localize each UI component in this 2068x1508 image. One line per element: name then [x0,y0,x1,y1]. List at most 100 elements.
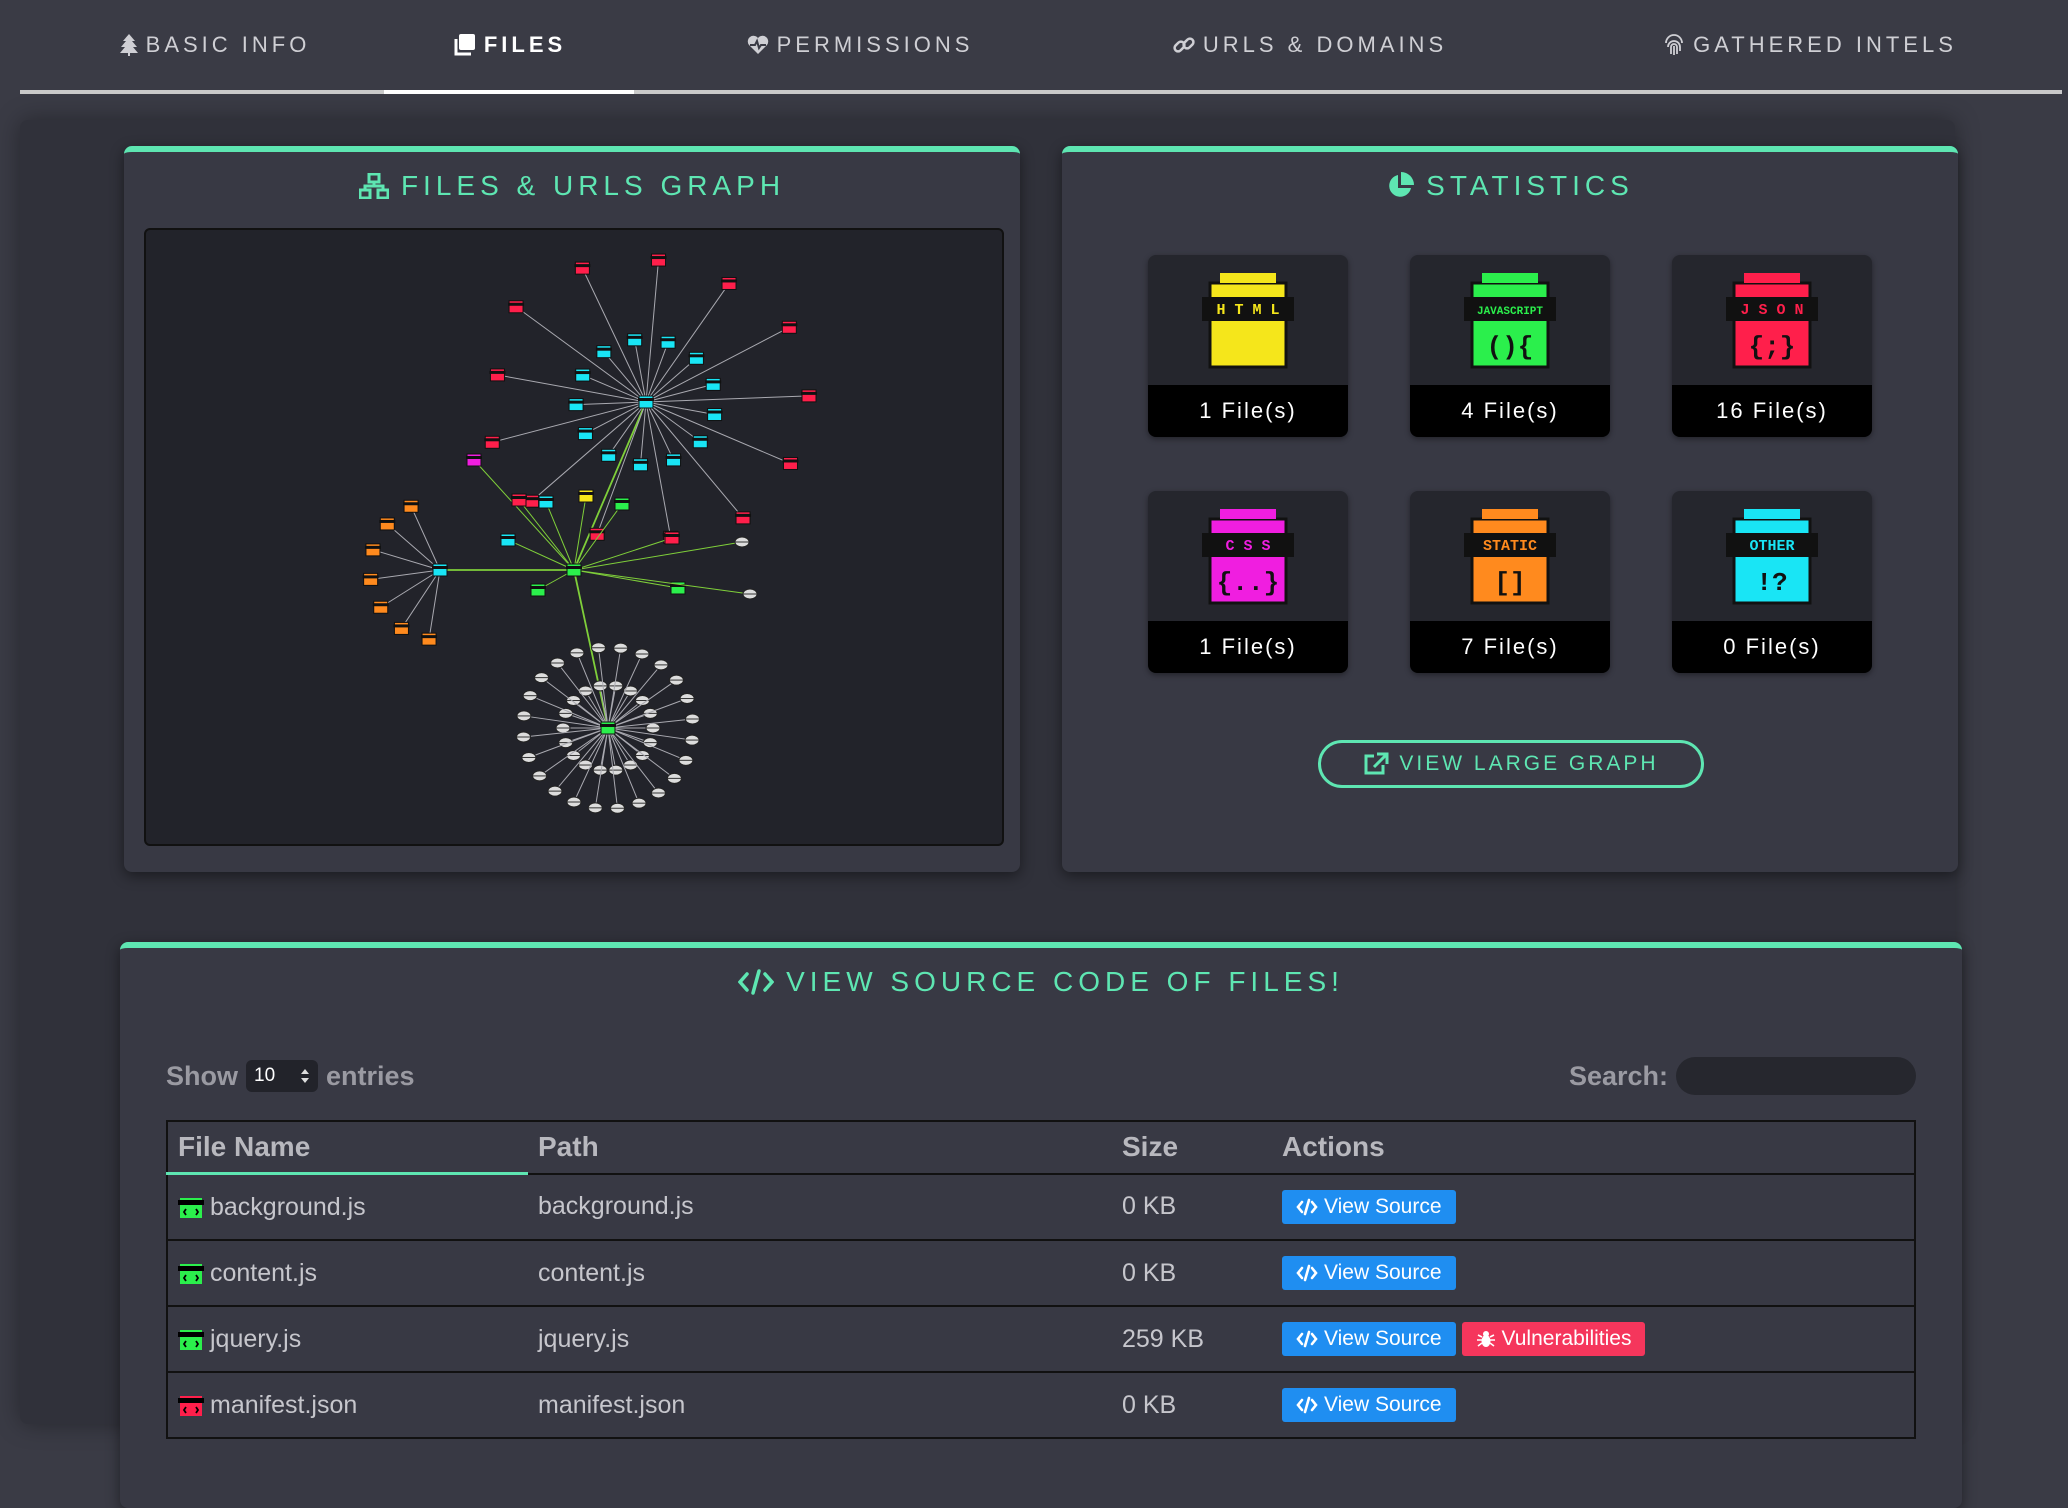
view-source-button[interactable]: View Source [1282,1388,1456,1422]
url-node[interactable] [653,659,669,671]
view-source-button[interactable]: View Source [1282,1189,1456,1224]
file-node[interactable] [801,389,818,403]
file-node[interactable] [721,276,738,290]
view-large-graph-button[interactable]: View Large Graph [1318,740,1704,788]
stat-tile-static[interactable]: STATIC [] 7 File(s) [1410,491,1610,673]
url-node[interactable] [634,648,650,660]
file-node[interactable] [362,572,379,586]
file-node[interactable] [638,395,654,409]
file-node[interactable] [484,435,501,449]
file-node[interactable] [530,583,546,597]
file-node[interactable] [577,427,594,441]
url-node[interactable] [609,802,625,814]
url-node[interactable] [522,690,538,702]
file-node[interactable] [782,456,799,470]
url-node[interactable] [645,722,661,734]
view-source-button[interactable]: View Source [1282,1322,1456,1356]
file-node[interactable] [432,563,448,577]
url-node[interactable] [742,588,758,600]
column-header-size[interactable]: Size [1112,1121,1272,1175]
url-node[interactable] [587,802,603,814]
file-node[interactable] [595,345,612,359]
url-node[interactable] [642,737,658,749]
file-node[interactable] [538,495,554,509]
file-node[interactable] [364,543,381,557]
file-node[interactable] [660,335,677,349]
url-node[interactable] [591,642,607,654]
column-header-file-name[interactable]: File Name [167,1121,528,1175]
url-node[interactable] [516,710,532,722]
vulnerabilities-button[interactable]: Vulnerabilities [1461,1322,1646,1356]
url-node[interactable] [578,759,593,771]
url-node[interactable] [684,734,700,746]
view-source-button[interactable]: View Source [1282,1256,1456,1290]
file-node[interactable] [500,533,516,547]
file-node[interactable] [735,511,752,525]
file-node[interactable] [511,493,527,507]
stat-tile-css[interactable]: C S S {..} 1 File(s) [1148,491,1348,673]
url-node[interactable] [521,751,537,763]
url-node[interactable] [666,772,682,784]
tab-urls-domains[interactable]: URLs & Domains [1170,0,1450,90]
url-node[interactable] [631,797,647,809]
file-node[interactable] [665,453,682,467]
file-node[interactable] [626,333,643,347]
url-node[interactable] [578,685,593,697]
column-header-path[interactable]: Path [528,1121,1112,1175]
file-node[interactable] [574,261,591,275]
file-node[interactable] [403,499,420,513]
url-node[interactable] [516,731,532,743]
url-node[interactable] [566,796,582,808]
tab-basic-info[interactable]: Basic Info [100,0,330,90]
url-node[interactable] [566,695,582,707]
stat-tile-javascript[interactable]: JAVASCRIPT (){ 4 File(s) [1410,255,1610,437]
file-node[interactable] [568,398,585,412]
file-node[interactable] [664,531,680,545]
graph-canvas[interactable] [146,230,1002,844]
url-node[interactable] [550,657,566,669]
url-node[interactable] [532,770,548,782]
url-node[interactable] [555,722,571,734]
url-node[interactable] [558,707,574,719]
url-node[interactable] [678,754,694,766]
file-node[interactable] [393,621,410,635]
file-node[interactable] [781,320,798,334]
url-node[interactable] [558,737,574,749]
url-node[interactable] [608,764,624,776]
stat-tile-json[interactable]: J S O N {;} 16 File(s) [1672,255,1872,437]
url-node[interactable] [613,642,629,654]
file-node[interactable] [379,517,396,531]
file-node[interactable] [600,448,617,462]
file-node[interactable] [466,453,482,467]
url-node[interactable] [534,672,550,684]
tab-permissions[interactable]: Permissions [740,0,980,90]
file-node[interactable] [706,408,723,422]
url-node[interactable] [634,749,650,761]
url-node[interactable] [608,680,624,692]
url-node[interactable] [569,647,585,659]
file-node[interactable] [566,563,582,577]
file-node[interactable] [372,600,389,614]
stat-tile-other[interactable]: OTHER !? 0 File(s) [1672,491,1872,673]
file-node[interactable] [508,300,525,314]
url-node[interactable] [592,764,608,776]
url-node[interactable] [679,693,695,705]
url-node[interactable] [734,536,750,548]
file-node[interactable] [614,497,630,511]
tab-files[interactable]: Files [384,0,634,94]
file-node[interactable] [692,435,709,449]
url-node[interactable] [668,674,684,686]
entries-select[interactable]: 10 [246,1060,318,1092]
url-node[interactable] [642,707,658,719]
file-node[interactable] [489,368,506,382]
file-node[interactable] [578,489,594,503]
file-node[interactable] [688,351,705,365]
files-urls-graph[interactable] [144,228,1004,846]
file-node[interactable] [600,721,616,735]
file-node[interactable] [421,632,438,646]
file-node[interactable] [574,368,591,382]
url-node[interactable] [592,680,608,692]
file-node[interactable] [632,458,649,472]
file-node[interactable] [705,377,722,391]
file-node[interactable] [650,253,667,267]
